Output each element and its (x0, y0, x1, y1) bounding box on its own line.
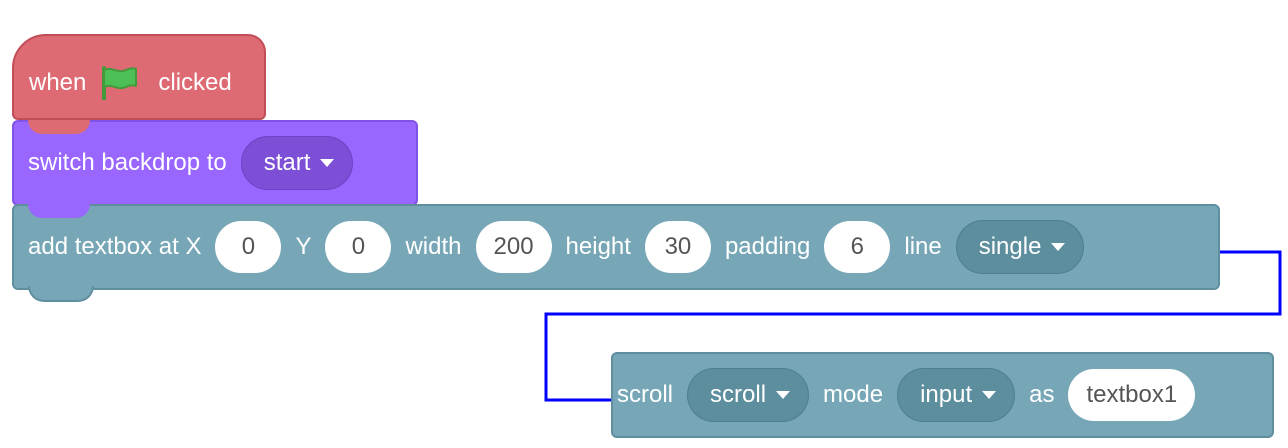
line-label: line (904, 233, 942, 260)
scroll-label: scroll (617, 381, 674, 408)
block-notch (28, 204, 90, 218)
padding-input[interactable]: 6 (824, 221, 891, 273)
block-notch (28, 120, 90, 134)
dropdown-caret-icon (776, 391, 791, 399)
width-input[interactable]: 200 (475, 221, 552, 273)
scroll-textbox-block[interactable]: scroll scroll mode input as textbox1 (611, 352, 1274, 438)
add-textbox-label: add textbox at X (28, 233, 202, 260)
height-input[interactable]: 30 (644, 221, 711, 273)
padding-label: padding (724, 233, 811, 260)
add-textbox-block[interactable]: add textbox at X 0 Y 0 width 200 height … (12, 204, 1220, 302)
dropdown-caret-icon (320, 159, 335, 167)
clicked-label: clicked (158, 69, 232, 96)
green-flag-icon (100, 66, 138, 100)
backdrop-value: start (263, 149, 311, 176)
switch-backdrop-block[interactable]: switch backdrop to start (12, 120, 418, 206)
switch-backdrop-label: switch backdrop to (28, 149, 227, 176)
height-label: height (565, 233, 631, 260)
scroll-value: scroll (710, 381, 767, 408)
mode-value: input (920, 381, 973, 408)
mode-label: mode (823, 381, 884, 408)
line-dropdown[interactable]: single (955, 220, 1085, 274)
dropdown-caret-icon (1051, 243, 1066, 251)
when-flag-clicked-block[interactable]: when clicked (12, 34, 266, 120)
backdrop-dropdown[interactable]: start (240, 136, 354, 190)
block-notch-bottom (28, 286, 94, 302)
y-label: Y (295, 233, 312, 260)
dropdown-caret-icon (982, 391, 997, 399)
scroll-dropdown[interactable]: scroll (687, 368, 810, 422)
as-input[interactable]: textbox1 (1068, 369, 1196, 421)
x-input[interactable]: 0 (215, 221, 282, 273)
mode-dropdown[interactable]: input (897, 368, 1016, 422)
width-label: width (405, 233, 462, 260)
y-input[interactable]: 0 (325, 221, 392, 273)
line-value: single (978, 233, 1042, 260)
as-label: as (1029, 381, 1055, 408)
when-label: when (29, 69, 87, 96)
